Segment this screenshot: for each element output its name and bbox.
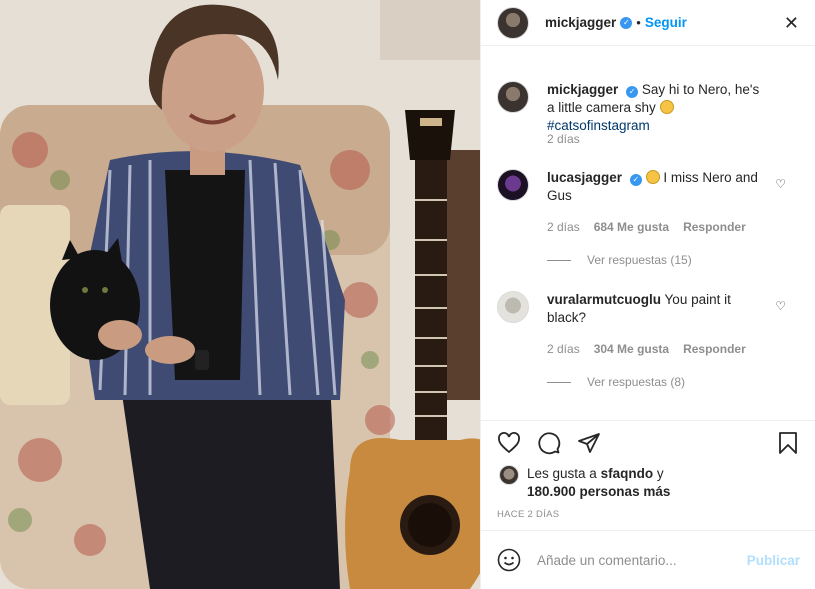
verified-badge-icon: ✓ [626,86,639,98]
likes-summary: Les gusta a sfaqndo y 180.900 personas m… [499,465,670,501]
view-replies-button[interactable]: Ver respuestas (8) [547,375,685,389]
verified-badge-icon: ✓ [620,16,633,29]
caption-meta: 2 días [547,132,580,146]
comments-list[interactable]: mickjagger ✓ Say hi to Nero, he's a litt… [481,67,815,420]
comment-item: vuralarmutcuoglu You paint it black? [497,291,802,327]
more-options-icon[interactable]: ✕ [784,13,799,34]
grinning-emoji-icon [659,100,674,114]
post-photo[interactable] [0,0,480,589]
comment-likes[interactable]: 684 Me gusta [594,220,669,234]
view-replies-button[interactable]: Ver respuestas (15) [547,253,692,267]
comment-input[interactable] [537,552,747,568]
action-buttons [497,431,601,455]
comment-time[interactable]: 2 días [547,220,580,234]
comment-icon[interactable] [537,431,561,455]
comment-meta: 2 días 684 Me gusta Responder [547,220,746,234]
reply-button[interactable]: Responder [683,220,746,234]
share-icon[interactable] [577,431,601,455]
post-time[interactable]: HACE 2 DÍAS [497,509,559,520]
likes-prefix: Les gusta a [527,466,597,481]
view-replies-label: Ver respuestas (8) [587,375,686,389]
comment-likes[interactable]: 304 Me gusta [594,342,669,356]
follow-button[interactable]: Seguir [645,15,687,30]
post-header: mickjagger ✓ • Seguir ✕ [481,0,815,46]
comment-meta: 2 días 304 Me gusta Responder [547,342,746,356]
caption-avatar[interactable] [497,81,529,113]
likes-text: Les gusta a sfaqndo y 180.900 personas m… [527,465,670,501]
separator-dot: • [636,15,641,30]
emoji-icon[interactable] [497,548,521,572]
publish-button[interactable]: Publicar [747,553,800,568]
photo-illustration [0,0,480,589]
likes-count[interactable]: 180.900 personas más [527,484,670,499]
author-avatar[interactable] [497,6,529,39]
bookmark-icon[interactable] [776,431,800,455]
like-comment-heart-icon[interactable]: ♡ [775,299,786,313]
heart-icon[interactable] [497,431,521,455]
caption-text-block: mickjagger ✓ Say hi to Nero, he's a litt… [547,81,767,135]
sad-emoji-icon [645,170,660,184]
post-panel: mickjagger ✓ • Seguir ✕ mickjagger ✓ Say… [480,0,815,589]
likes-suffix: y [656,466,664,481]
replies-divider-line [547,259,571,261]
caption-hashtag[interactable]: #catsofinstagram [547,118,650,133]
comment-text-block: lucasjagger ✓ I miss Nero and Gus [547,169,767,205]
author-username[interactable]: mickjagger [545,15,616,30]
caption-username[interactable]: mickjagger [547,82,618,97]
commenter-username[interactable]: lucasjagger [547,170,622,185]
commenter-username[interactable]: vuralarmutcuoglu [547,292,661,307]
comment-item: lucasjagger ✓ I miss Nero and Gus [497,169,802,205]
liker-username[interactable]: sfaqndo [601,466,654,481]
view-replies-label: Ver respuestas (15) [587,253,692,267]
comment-text-block: vuralarmutcuoglu You paint it black? [547,291,767,327]
replies-divider-line [547,381,571,383]
post-actions: Les gusta a sfaqndo y 180.900 personas m… [481,420,815,530]
commenter-avatar[interactable] [497,291,529,323]
comment-time[interactable]: 2 días [547,342,580,356]
add-comment-bar: Publicar [481,530,815,589]
liker-avatar[interactable] [499,465,519,485]
like-comment-heart-icon[interactable]: ♡ [775,177,786,191]
caption: mickjagger ✓ Say hi to Nero, he's a litt… [497,81,802,135]
commenter-avatar[interactable] [497,169,529,201]
caption-time[interactable]: 2 días [547,132,580,146]
reply-button[interactable]: Responder [683,342,746,356]
verified-badge-icon: ✓ [629,174,642,186]
